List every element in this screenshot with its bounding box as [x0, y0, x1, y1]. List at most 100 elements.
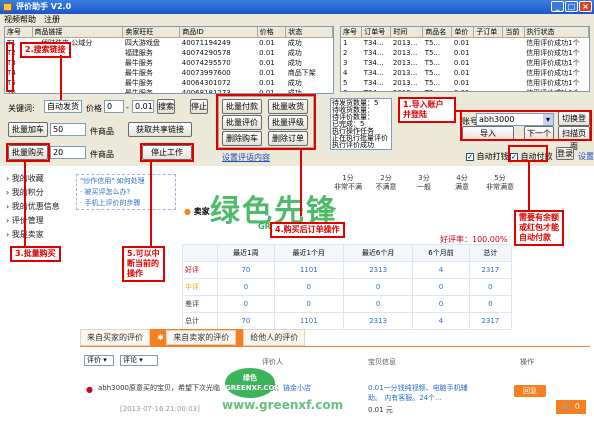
rating-cell[interactable]: 70 [217, 261, 275, 279]
filter-comment-select[interactable]: 评论 ▾ [120, 355, 158, 366]
login-button[interactable]: 登录 [556, 147, 574, 160]
rating-cell[interactable]: 0 [217, 278, 275, 296]
lg-col-header[interactable]: 状态 [285, 27, 333, 38]
table-cell: 成功 [287, 49, 302, 57]
price-to-input[interactable]: 0.01 [132, 100, 154, 113]
fetch-shared-link-button[interactable]: 获取共享链接 [128, 122, 192, 137]
rating-row-label: 差评 [181, 295, 219, 313]
sidebar-item-favorites[interactable]: › 我的收藏 [6, 172, 60, 186]
tip-item-1[interactable]: · 被买评怎么办? [80, 187, 172, 198]
table-row[interactable]: 5 T34... 2013... T5... 0.01 信用评价成功1个 [341, 78, 589, 88]
col-rater: 评价人 [262, 358, 283, 366]
table-cell: 0.01 [453, 79, 470, 87]
rating-cell[interactable]: 0 [412, 295, 470, 313]
annotation-interrupt: 5.可以中 断当前的 操作 [122, 246, 165, 282]
score-desc: 不满意 [375, 183, 397, 191]
rg-col-header[interactable]: 子订单 [473, 27, 504, 38]
price-from-input[interactable]: 0 [104, 100, 124, 113]
rg-col-header[interactable]: 当前 [502, 27, 525, 38]
rating-cell[interactable]: 0 [468, 295, 513, 313]
sidebar-item-seller[interactable]: › 我是卖家 [6, 228, 60, 242]
reply-button[interactable]: 回复 [514, 385, 546, 397]
table-row[interactable]: T5 最牛服务 40064301072 0.01 成功 [5, 78, 333, 88]
batch-add-count-input[interactable]: 50 [50, 123, 86, 136]
batch-buy-count-input[interactable]: 20 [50, 146, 86, 159]
stop-search-button[interactable]: 停止 [190, 99, 208, 114]
rating-cell[interactable]: 4 [412, 261, 470, 279]
rating-cell[interactable]: 2317 [468, 261, 513, 279]
sidebar-item-reviews[interactable]: › 评价管理 [6, 214, 60, 228]
rating-cell[interactable]: 0 [217, 295, 275, 313]
table-cell: 0.01 [259, 79, 275, 87]
rating-cell[interactable]: 0 [273, 278, 344, 296]
rating-cell[interactable]: 2317 [468, 312, 513, 330]
rating-cell[interactable]: 1101 [273, 261, 344, 279]
lg-col-header[interactable]: 商品链接 [32, 27, 124, 38]
review-settings-link[interactable]: 设置评语内容 [222, 152, 270, 163]
table-row: 好评 70 1101 2313 4 2317 [181, 261, 513, 279]
sidebar-item-coupons[interactable]: › 我的优惠信息 [6, 200, 60, 214]
table-row[interactable]: 6T34...2013...T5...0.01 信用评价成功1个 [341, 88, 589, 91]
auto-play-check[interactable]: ✓ [466, 152, 474, 161]
menu-item-video-help[interactable]: 视频帮助 [4, 14, 36, 25]
table-cell: 0.01 [453, 69, 470, 77]
order-grid[interactable]: 序号 订单号 时间 商品名 单价 子订单 当前 执行状态 1 T34... 2013... T5..… [340, 26, 590, 92]
keyword-input[interactable]: 自动发货 [44, 100, 82, 113]
rating-cell[interactable]: 70 [217, 312, 275, 330]
table-row[interactable]: 1 T34... 2013... T5... 0.01 信用评价成功1个 [341, 38, 589, 49]
close-button[interactable]: × [579, 1, 592, 12]
tip-title[interactable]: "炒作信用" 如何处理 [80, 176, 172, 187]
lg-col-header[interactable]: 价格 [257, 27, 287, 38]
rg-col-header[interactable]: 商品名 [422, 27, 453, 38]
auto-play-checkbox[interactable]: ✓ 自动打钱 [466, 151, 509, 162]
table-row[interactable]: 3 T34... 2013... T5... 0.01 信用评价成功1个 [341, 58, 589, 68]
rating-cell[interactable]: 0 [468, 278, 513, 296]
menu-item-register[interactable]: 注册 [44, 14, 60, 25]
annotation-box-order-actions [216, 94, 316, 150]
table-cell: 3 [343, 59, 348, 67]
table-cell: T5... [424, 69, 441, 77]
rater-shop-link[interactable]: 链金小店 [283, 384, 311, 392]
rating-cell[interactable]: 0 [342, 278, 414, 296]
item-info-link[interactable]: 0.01一分钱纯视频、电脑手机辅助。 内有客服。24个... [368, 383, 468, 403]
search-button[interactable]: 搜索 [157, 99, 175, 114]
table-cell [474, 78, 503, 88]
rating-cell[interactable]: 1101 [273, 312, 344, 330]
table-cell [32, 88, 123, 93]
table-row[interactable]: T4 最牛服务 40073997600 0.01 商品下架 [5, 68, 333, 78]
table-row[interactable]: 4 T34... 2013... T5... 0.01 信用评价成功1个 [341, 68, 589, 78]
rating-cell[interactable]: 0 [342, 295, 414, 313]
rating-cell[interactable]: 0 [273, 295, 344, 313]
table-cell: 福建服务 [124, 49, 153, 57]
table-cell: 四大游戏盘 [124, 39, 160, 47]
rating-cell[interactable]: 4 [412, 312, 470, 330]
rating-cell[interactable]: 2313 [342, 261, 414, 279]
cart-button[interactable]: 🛒 0 [556, 400, 586, 414]
table-row[interactable]: T3 最牛服务 40074295570 0.01 成功 [5, 58, 333, 68]
tab-from-buyers[interactable]: 来自买家的评价 [80, 329, 150, 346]
sidebar-item-points[interactable]: › 我的积分 [6, 186, 60, 200]
table-cell: T34... [363, 69, 384, 77]
table-cell: T34... [363, 79, 384, 87]
lg-col-header[interactable]: 商品ID [179, 27, 258, 38]
filter-rating-select[interactable]: 评价 ▾ [84, 355, 114, 366]
watermark-logo: 绿色 GREENXF.COM [225, 368, 281, 398]
rg-col-header[interactable]: 单价 [451, 27, 475, 38]
minimize-button[interactable]: _ [551, 1, 564, 12]
product-grid[interactable]: 序号商品链接卖家旺旺商品ID价格状态 T1一代时装夹 公域分四大游戏盘40071… [4, 26, 334, 94]
rg-col-header[interactable]: 执行状态 [524, 27, 589, 38]
tab-from-sellers[interactable]: ✱ 来自卖家的评价 [150, 329, 244, 346]
tip-item-2[interactable]: · 手机上评价的步骤 [80, 198, 172, 209]
rg-col-header[interactable]: 时间 [390, 27, 424, 38]
tab-to-others[interactable]: 给他人的评价 [243, 329, 306, 346]
rg-col-header[interactable]: 订单号 [361, 27, 392, 38]
lg-col-header[interactable]: 序号 [5, 27, 33, 38]
rating-cell[interactable]: 2313 [342, 312, 414, 330]
maximize-button[interactable]: □ [565, 1, 578, 12]
rating-cell[interactable]: 0 [412, 278, 470, 296]
batch-add-cart-button[interactable]: 批量加车 [8, 122, 48, 137]
table-row[interactable]: 2 T34... 2013... T5... 0.01 信用评价成功1个 [341, 48, 589, 58]
lg-col-header[interactable]: 卖家旺旺 [122, 27, 181, 38]
settings-link[interactable]: 设置 [578, 151, 594, 162]
rg-col-header[interactable]: 序号 [341, 27, 363, 38]
